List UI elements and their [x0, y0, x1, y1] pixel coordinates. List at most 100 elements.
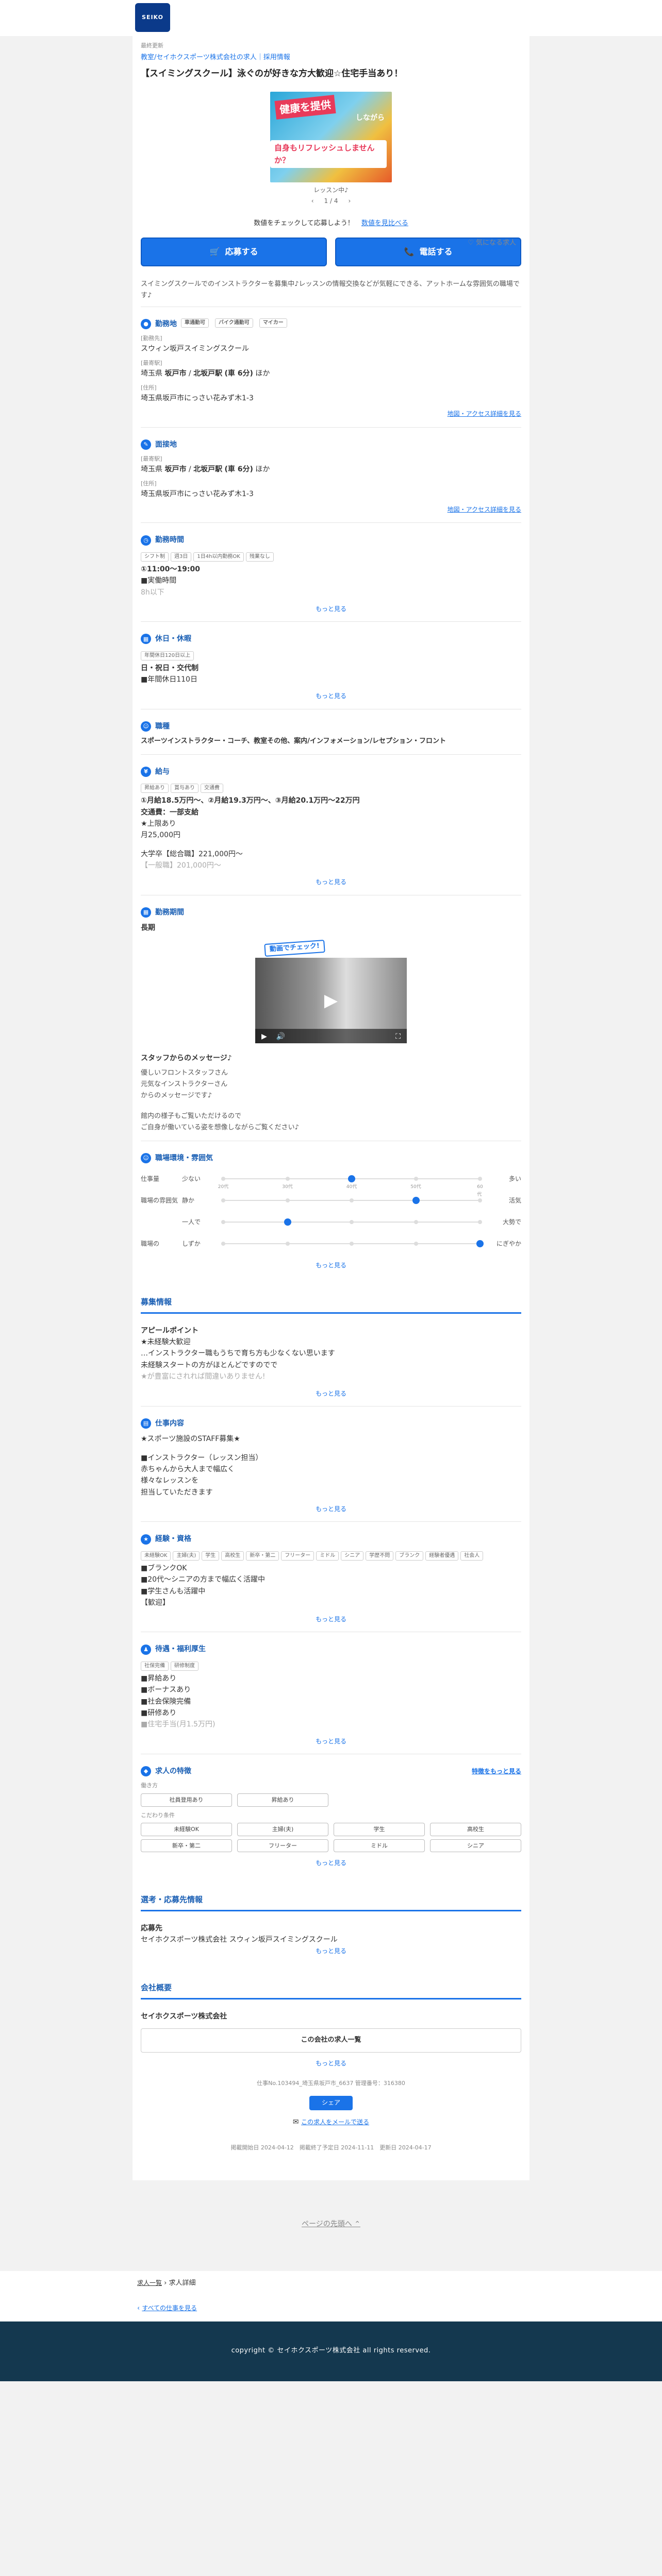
- feature-chip[interactable]: 未経験OK: [141, 1823, 232, 1836]
- hero-image[interactable]: 健康を提供 しながら 自身もリフレッシュしませんか？: [270, 91, 392, 182]
- salary-note: ★上限あり: [141, 819, 176, 828]
- back-to-top: ページの先頭へ ⌃: [0, 2180, 662, 2272]
- msg-line: 優しいフロントスタッフさん: [141, 1069, 228, 1077]
- scale-tick: [285, 1198, 290, 1203]
- qual-heading: 経験・資格: [155, 1535, 191, 1544]
- more-button[interactable]: もっと見る: [141, 2059, 521, 2069]
- qual-line: ■ブランクOK: [141, 1564, 187, 1572]
- more-button[interactable]: もっと見る: [141, 1504, 521, 1514]
- msg-line: からのメッセージです♪: [141, 1091, 212, 1099]
- breadcrumb[interactable]: 教室/セイホクスポーツ株式会社の求人｜採用情報: [141, 53, 521, 63]
- yen-icon: ¥: [141, 766, 151, 777]
- intro-text: スイミングスクールでのインストラクターを募集中♪レッスンの情報交換などが気軽にで…: [141, 280, 520, 299]
- bread-jobs[interactable]: 求人一覧: [137, 2279, 162, 2286]
- more-button[interactable]: もっと見る: [141, 877, 521, 887]
- appeal-line: ★が豊富にされれば間違いありません!: [141, 1372, 266, 1381]
- scale-tick-label: 50代: [410, 1184, 421, 1190]
- staff-message: 優しいフロントスタッフさん 元気なインストラクターさん からのメッセージです♪ …: [141, 1067, 521, 1133]
- scale-tick: [221, 1220, 225, 1225]
- scale-left: しずか: [182, 1240, 201, 1247]
- more-button[interactable]: もっと見る: [141, 1261, 521, 1270]
- next-arrow-icon[interactable]: ›: [348, 196, 351, 206]
- scale-tick: [478, 1177, 482, 1181]
- video-badge: 動画でチェック!: [264, 940, 325, 957]
- tag: 高校生: [221, 1551, 244, 1561]
- station-name: 北坂戸駅: [193, 369, 223, 378]
- feature-link[interactable]: 特徴をもっと見る: [472, 1767, 521, 1776]
- play-icon[interactable]: ▶: [324, 987, 338, 1014]
- more-button[interactable]: もっと見る: [141, 691, 521, 701]
- feature-chip[interactable]: 高校生: [430, 1823, 521, 1836]
- play-small-icon[interactable]: ▶: [261, 1031, 267, 1041]
- more-button[interactable]: もっと見る: [141, 1946, 521, 1956]
- hero-text-3: 自身もリフレッシュしませんか？: [270, 140, 387, 168]
- video-player[interactable]: ▶ ▶ 🔊 ⛶: [255, 958, 407, 1044]
- station-city: 坂戸市: [164, 465, 187, 473]
- interview-heading: 面接地: [155, 440, 177, 449]
- scale-tick: [221, 1177, 225, 1181]
- scale-tick: [221, 1198, 225, 1203]
- env-scale-row: 職場の雰囲気 静か 活気: [141, 1190, 521, 1211]
- holiday-text: 日・祝日・交代制: [141, 664, 198, 672]
- section-salary: ¥ 給与 昇給あり 賞与あり 交通費 ①月給18.5万円～、②月給19.3万円～、③月…: [141, 754, 521, 895]
- scale-right: にぎやか: [496, 1240, 521, 1247]
- dates: 掲載開始日 2024-04-12 掲載終了予定日 2024-11-11 更新日 …: [230, 2144, 432, 2151]
- more-button[interactable]: もっと見る: [141, 1615, 521, 1624]
- station-line: 埼玉県 坂戸市 / 北坂戸駅 (車 6分) ほか: [141, 464, 521, 475]
- feature-chip[interactable]: 昇給あり: [237, 1793, 328, 1807]
- feature-chip[interactable]: フリーター: [237, 1839, 328, 1853]
- scale-tick: [478, 1198, 482, 1203]
- scale-tick: [285, 1177, 290, 1181]
- scale-tick-label: 60代: [477, 1184, 483, 1197]
- check-text: 数値をチェックして応募しよう！: [254, 219, 354, 227]
- company-jobs-button[interactable]: この会社の求人一覧: [141, 2028, 521, 2053]
- all-jobs-link[interactable]: すべての仕事を見る: [142, 2304, 197, 2312]
- fullscreen-icon[interactable]: ⛶: [395, 1031, 401, 1041]
- favorite-button[interactable]: ♡ 気になる求人: [468, 238, 516, 249]
- msg-line: ご自身が働いている姿を想像しながらご覧ください♪: [141, 1123, 299, 1131]
- scale-tick: [350, 1220, 354, 1225]
- feature-chip[interactable]: 社員登用あり: [141, 1793, 232, 1807]
- more-button[interactable]: もっと見る: [141, 1737, 521, 1747]
- feature-chip[interactable]: 学生: [334, 1823, 425, 1836]
- qual-line: ■学生さんも活躍中: [141, 1587, 206, 1596]
- tag: 車通勤可: [181, 318, 209, 328]
- share-button[interactable]: シェア: [309, 2096, 353, 2110]
- mail-link[interactable]: この求人をメールで送る: [301, 2119, 369, 2126]
- period-heading: 勤務期間: [155, 908, 184, 917]
- map-link[interactable]: 地図・アクセス詳細を見る: [448, 410, 521, 417]
- compare-link[interactable]: 数値を見比べる: [361, 219, 408, 227]
- env-scale-row: 一人で 大勢で: [141, 1211, 521, 1233]
- feature-chip[interactable]: 主婦(夫): [237, 1823, 328, 1836]
- tag: 経験者優遇: [425, 1551, 459, 1561]
- work-line: 様々なレッスンを: [141, 1477, 198, 1485]
- map-link[interactable]: 地図・アクセス詳細を見る: [448, 506, 521, 513]
- slide-caption: レッスン中♪: [313, 186, 349, 194]
- more-button[interactable]: もっと見る: [141, 1389, 521, 1399]
- feature-chip[interactable]: 新卒・第二: [141, 1839, 232, 1853]
- more-button[interactable]: もっと見る: [141, 1858, 521, 1868]
- video-controls: ▶ 🔊 ⛶: [255, 1029, 407, 1044]
- prev-arrow-icon[interactable]: ‹: [311, 196, 314, 206]
- company-logo[interactable]: SEIKO: [135, 3, 170, 32]
- section-location: ● 勤務地 車通勤可 バイク通勤可 マイカー [勤務先] スウィン坂戸スイミングスクー…: [141, 306, 521, 427]
- doc-icon: ▤: [141, 1418, 151, 1429]
- company-heading: 会社概要: [141, 1976, 521, 1999]
- qual-line: ■20代〜シニアの方まで幅広く活躍中: [141, 1575, 266, 1584]
- appeal-heading: アピールポイント: [141, 1326, 198, 1335]
- apply-button[interactable]: 🛒 応募する: [141, 237, 327, 266]
- cta-buttons: 🛒 応募する 📞 電話する: [141, 237, 521, 266]
- top-bar: SEIKO: [0, 0, 662, 36]
- feature-chip[interactable]: シニア: [430, 1839, 521, 1853]
- volume-icon[interactable]: 🔊: [276, 1031, 285, 1041]
- more-button[interactable]: もっと見る: [141, 604, 521, 614]
- tag: ミドル: [316, 1551, 339, 1561]
- scale-category: 職場の雰囲気: [141, 1196, 178, 1204]
- tag: 社会人: [460, 1551, 484, 1561]
- feature-chip[interactable]: ミドル: [334, 1839, 425, 1853]
- work-line: 赤ちゃんから大人まで幅広く: [141, 1465, 235, 1473]
- section-holiday: ▦ 休日・休暇 年間休日120日以上 日・祝日・交代制 ■年間休日110日 もっと…: [141, 621, 521, 708]
- back-to-top-link[interactable]: ページの先頭へ ⌃: [302, 2220, 360, 2228]
- section-interview: ✎ 面接地 [最寄駅] 埼玉県 坂戸市 / 北坂戸駅 (車 6分) ほか [住所]…: [141, 427, 521, 523]
- tag: ブランク: [395, 1551, 424, 1561]
